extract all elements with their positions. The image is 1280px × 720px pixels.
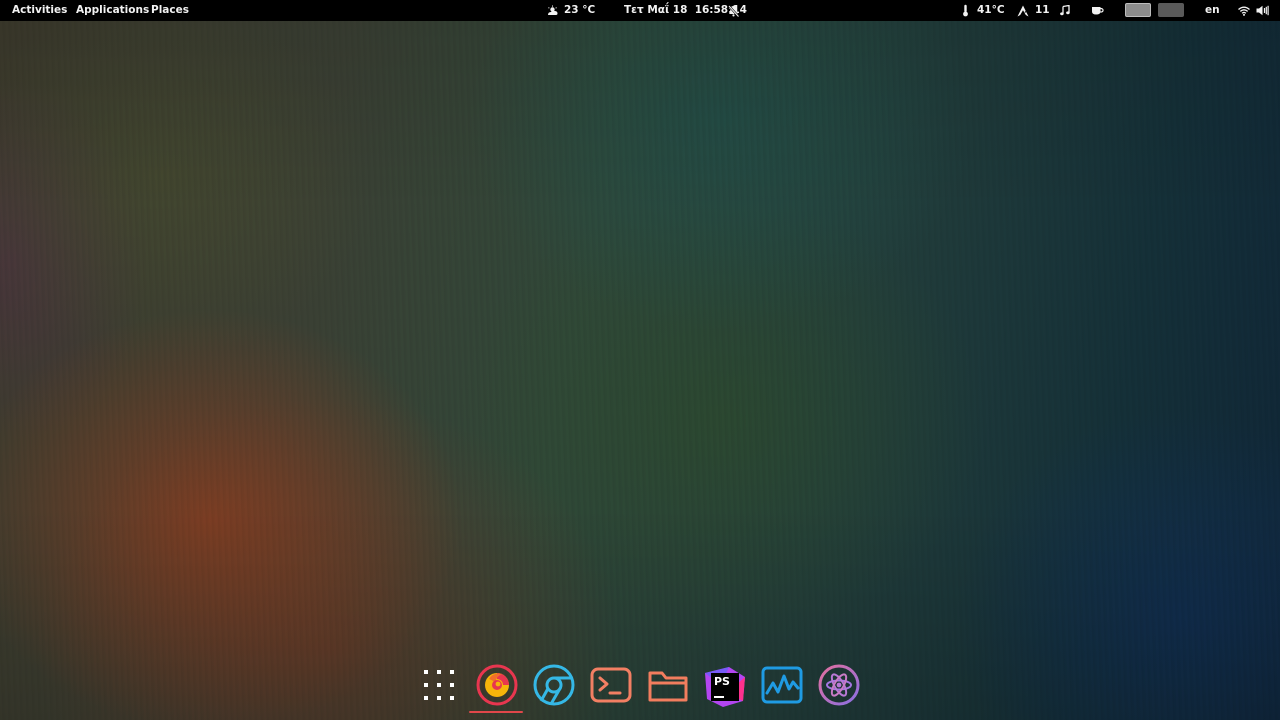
workspace-2-thumbnail[interactable] (1158, 3, 1184, 17)
show-applications-button[interactable] (415, 663, 463, 711)
firefox-icon (475, 663, 519, 711)
chrome-icon (532, 663, 576, 711)
dock-item-files[interactable] (644, 663, 692, 711)
weather-indicator[interactable]: 23 °C (546, 0, 595, 21)
dock-item-system-monitor[interactable] (758, 663, 806, 711)
wifi-icon (1238, 6, 1250, 16)
cpu-temperature-indicator[interactable]: 41°C (962, 0, 1005, 21)
desktop-wallpaper[interactable] (0, 0, 1280, 720)
atom-icon (817, 663, 861, 711)
workspace-1-thumbnail[interactable] (1125, 3, 1151, 17)
top-bar: Activities Applications Places 23 °C Τετ… (0, 0, 1280, 21)
phpstorm-icon: PS (703, 665, 747, 709)
terminal-icon (589, 663, 633, 711)
app-grid-icon (422, 668, 456, 706)
notification-indicator[interactable] (728, 0, 739, 21)
updates-count: 11 (1035, 4, 1050, 16)
folder-icon (646, 663, 690, 711)
cloud-sun-icon (546, 5, 559, 16)
arch-update-icon (1017, 5, 1029, 17)
dock-item-chrome[interactable] (530, 663, 578, 711)
firefox-running-indicator (469, 711, 523, 713)
wallpaper-shade (0, 0, 1280, 720)
system-monitor-icon (760, 663, 804, 711)
places-menu[interactable]: Places (151, 0, 189, 21)
media-indicator[interactable] (1060, 0, 1070, 21)
music-note-icon (1060, 5, 1070, 16)
speaker-icon (1256, 5, 1269, 16)
network-indicator[interactable] (1238, 0, 1250, 21)
bell-muted-icon (728, 4, 739, 17)
weather-temperature: 23 °C (564, 4, 596, 16)
cpu-temperature-value: 41°C (977, 4, 1005, 16)
applications-menu[interactable]: Applications (76, 0, 149, 21)
thermometer-icon (962, 4, 969, 17)
coffee-cup-icon (1091, 5, 1104, 16)
dock-item-firefox[interactable] (473, 663, 521, 711)
keyboard-layout-indicator[interactable]: en (1205, 0, 1220, 21)
dock-item-phpstorm[interactable]: PS (701, 663, 749, 711)
activities-label: Activities (12, 4, 68, 16)
keyboard-layout-label: en (1205, 4, 1220, 16)
dock-item-atom[interactable] (815, 663, 863, 711)
updates-indicator[interactable]: 11 (1017, 0, 1050, 21)
volume-indicator[interactable] (1256, 0, 1269, 21)
applications-label: Applications (76, 4, 150, 16)
phpstorm-label: PS (714, 675, 730, 688)
dock-item-terminal[interactable] (587, 663, 635, 711)
activities-button[interactable]: Activities (12, 0, 67, 21)
dock: PS (411, 659, 869, 713)
caffeine-indicator[interactable] (1091, 0, 1104, 21)
places-label: Places (151, 4, 189, 16)
